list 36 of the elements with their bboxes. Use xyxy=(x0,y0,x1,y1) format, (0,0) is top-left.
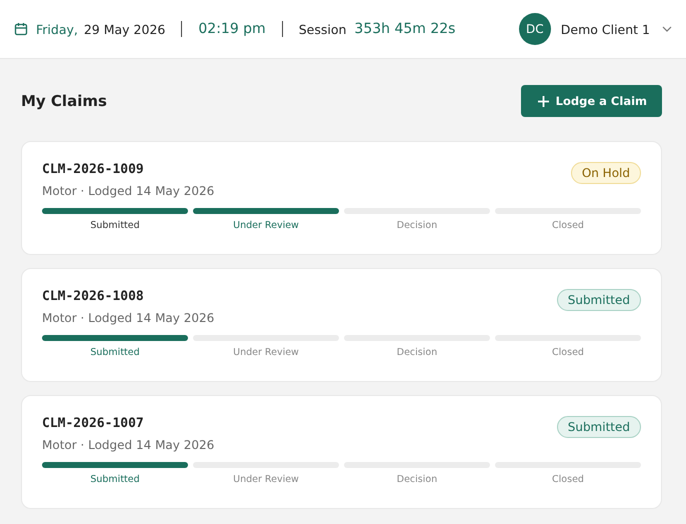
step-label: Submitted xyxy=(90,347,140,358)
claim-meta: Motor · Lodged 14 May 2026 xyxy=(42,311,214,325)
plus-icon xyxy=(538,96,549,106)
step-label: Closed xyxy=(552,347,584,358)
page-title: My Claims xyxy=(21,92,107,110)
step-label: Under Review xyxy=(233,474,299,485)
claim-id: CLM-2026-1009 xyxy=(42,162,145,177)
user-name[interactable]: Demo Client 1 xyxy=(560,22,650,36)
step-label: Under Review xyxy=(233,347,299,358)
session-timer: 353h 45m 22s xyxy=(354,21,456,37)
step-label: Closed xyxy=(552,220,584,231)
step-label: Closed xyxy=(552,474,584,485)
step-label: Decision xyxy=(396,220,438,231)
status-badge: Submitted xyxy=(556,416,641,438)
step-label: Under Review xyxy=(233,220,299,231)
time: 02:19 pm xyxy=(198,21,266,37)
user-avatar[interactable]: DC xyxy=(518,13,551,45)
claim-id: CLM-2026-1008 xyxy=(42,289,145,304)
weekday: Friday, xyxy=(36,22,78,36)
claim-meta: Motor · Lodged 14 May 2026 xyxy=(42,184,214,198)
chevron-down-icon[interactable] xyxy=(662,26,672,32)
claim-card[interactable]: CLM-2026-1008 Motor · Lodged 14 May 2026 Submitted Submitted Under Review Decision Closed xyxy=(21,268,662,382)
step-label: Decision xyxy=(396,347,438,358)
step-label: Submitted xyxy=(90,220,140,231)
claim-meta: Motor · Lodged 14 May 2026 xyxy=(42,438,214,452)
lodge-claim-button[interactable]: Lodge a Claim xyxy=(520,85,662,117)
status-badge: Submitted xyxy=(556,289,641,311)
step-label: Decision xyxy=(396,474,438,485)
session-label: Session xyxy=(298,22,346,36)
claim-card[interactable]: CLM-2026-1007 Motor · Lodged 14 May 2026 Submitted Submitted Under Review Decision Closed xyxy=(21,395,662,509)
step-label: Submitted xyxy=(90,474,140,485)
date: 29 May 2026 xyxy=(84,22,166,36)
status-badge: On Hold xyxy=(570,162,641,184)
calendar-icon xyxy=(14,22,28,36)
claim-id: CLM-2026-1007 xyxy=(42,416,145,431)
claim-card[interactable]: CLM-2026-1009 Motor · Lodged 14 May 2026 On Hold Submitted Under Review Decision Closed xyxy=(21,141,662,255)
